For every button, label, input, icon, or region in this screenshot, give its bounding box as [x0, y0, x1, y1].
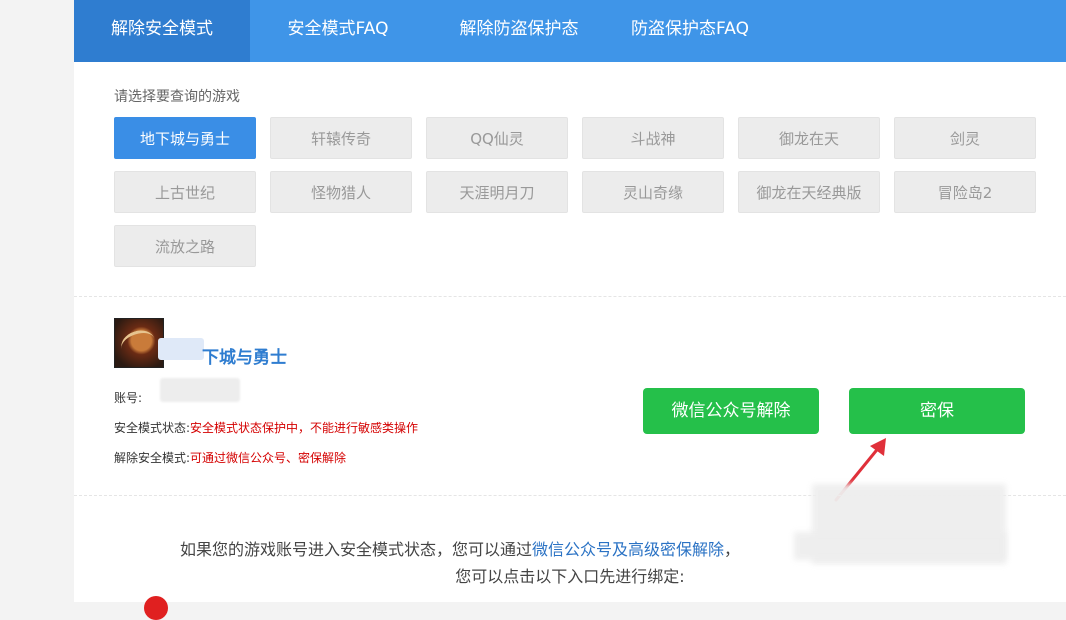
game-option[interactable]: 上古世纪	[114, 171, 256, 213]
game-option[interactable]: 灵山奇缘	[582, 171, 724, 213]
game-option[interactable]: 天涯明月刀	[426, 171, 568, 213]
mibao-button[interactable]: 密保	[849, 388, 1025, 434]
game-option[interactable]: 流放之路	[114, 225, 256, 267]
game-option[interactable]: 御龙在天	[738, 117, 880, 159]
game-select-prompt: 请选择要查询的游戏	[114, 89, 240, 105]
info-text: 如果您的游戏账号进入安全模式状态，您可以通过	[179, 540, 532, 559]
game-title: 下城与勇士	[202, 348, 287, 368]
tab-anti-theft-faq[interactable]: 防盗保护态FAQ	[618, 0, 762, 62]
main-panel: 解除安全模式 安全模式FAQ 解除防盗保护态 防盗保护态FAQ 请选择要查询的游…	[74, 0, 1066, 620]
tab-unlock-safe-mode[interactable]: 解除安全模式	[74, 0, 250, 62]
account-label: 账号:	[114, 391, 143, 405]
game-option-dnf[interactable]: 地下城与勇士	[114, 117, 256, 159]
tab-unlock-anti-theft[interactable]: 解除防盗保护态	[440, 0, 598, 62]
info-text-line-1: 如果您的游戏账号进入安全模式状态，您可以通过微信公众号及高级密保解除，	[74, 536, 1066, 560]
wechat-unlock-button[interactable]: 微信公众号解除	[643, 388, 819, 434]
unlock-row: 解除安全模式:可通过微信公众号、密保解除	[114, 449, 346, 466]
unlock-value: 可通过微信公众号、密保解除	[190, 451, 347, 465]
info-text-line-2: 您可以点击以下入口先进行绑定:	[455, 567, 685, 586]
unlock-methods-link[interactable]: 微信公众号及高级密保解除	[532, 540, 724, 559]
game-option[interactable]: 斗战神	[582, 117, 724, 159]
game-option[interactable]: QQ仙灵	[426, 117, 568, 159]
alert-icon	[144, 596, 168, 620]
status-label: 安全模式状态:	[114, 421, 191, 435]
tab-safe-mode-faq[interactable]: 安全模式FAQ	[264, 0, 412, 62]
status-value: 安全模式状态保护中，不能进行敏感类操作	[190, 421, 419, 435]
game-option[interactable]: 冒险岛2	[894, 171, 1036, 213]
tab-bar: 解除安全模式 安全模式FAQ 解除防盗保护态 防盗保护态FAQ	[74, 0, 1066, 62]
redacted-text	[158, 338, 204, 360]
section-divider	[74, 296, 1066, 297]
info-text: ，	[724, 540, 741, 559]
game-option[interactable]: 轩辕传奇	[270, 117, 412, 159]
redacted-account	[160, 378, 240, 402]
game-option[interactable]: 怪物猎人	[270, 171, 412, 213]
game-option[interactable]: 剑灵	[894, 117, 1036, 159]
game-option[interactable]: 御龙在天经典版	[738, 171, 880, 213]
game-logo	[114, 318, 164, 368]
unlock-label: 解除安全模式:	[114, 451, 191, 465]
status-row: 安全模式状态:安全模式状态保护中，不能进行敏感类操作	[114, 419, 418, 436]
account-row: 账号:	[114, 389, 142, 406]
